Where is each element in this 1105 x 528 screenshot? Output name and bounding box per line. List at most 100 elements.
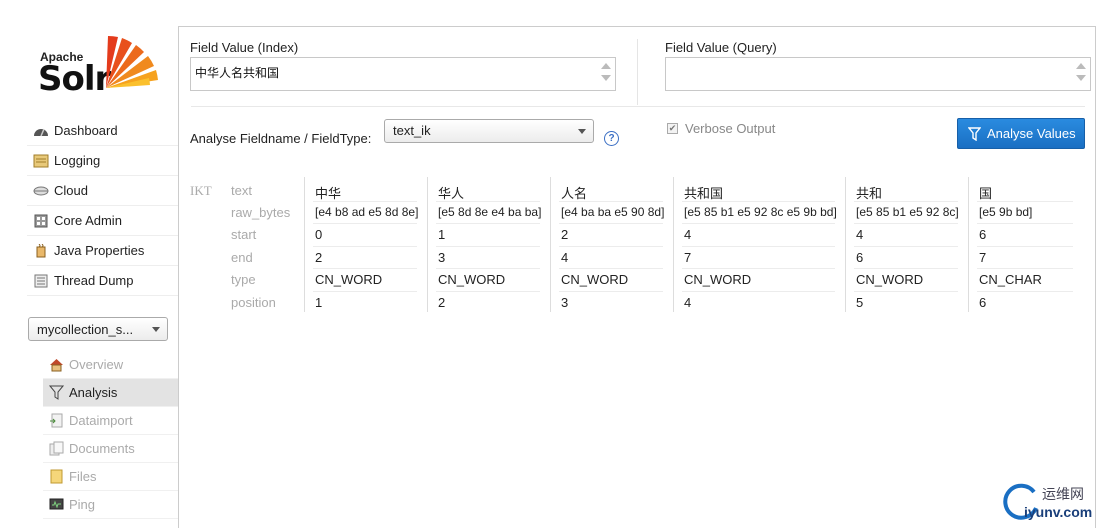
nav-java-properties-label: Java Properties bbox=[54, 243, 145, 258]
fieldtype-select[interactable]: text_ik bbox=[384, 119, 594, 143]
row-divider bbox=[977, 268, 1073, 269]
core-selector-value: mycollection_s... bbox=[37, 322, 134, 337]
row-divider bbox=[436, 291, 540, 292]
core-menu-documents-label: Documents bbox=[69, 441, 135, 456]
row-divider bbox=[977, 291, 1073, 292]
checkbox-icon[interactable]: ✔ bbox=[667, 123, 678, 134]
core-menu-dataimport-label: Dataimport bbox=[69, 413, 133, 428]
row-divider bbox=[559, 246, 663, 247]
token-start: 2 bbox=[561, 227, 569, 242]
token-column: 共和国 [e5 85 b1 e5 92 8c e5 9b bd] 4 7 CN_WORD… bbox=[673, 177, 840, 312]
nav-cloud-label: Cloud bbox=[54, 183, 88, 198]
token-type: CN_WORD bbox=[856, 272, 924, 287]
nav-thread-dump-label: Thread Dump bbox=[54, 273, 134, 288]
home-icon bbox=[50, 359, 63, 372]
token-raw-bytes: [e4 ba ba e5 90 8d] bbox=[561, 205, 665, 219]
query-value-label: Field Value (Query) bbox=[665, 40, 777, 55]
nav-dashboard[interactable]: Dashboard bbox=[27, 116, 178, 146]
ping-icon bbox=[49, 498, 64, 510]
chevron-down-icon bbox=[152, 327, 160, 332]
index-value-text: 中华人名共和国 bbox=[195, 66, 280, 80]
token-text: 共和 bbox=[856, 186, 883, 201]
tokenizer-name: IKT bbox=[190, 183, 212, 198]
sidebar: Apache Solr Dashboard Logging Cloud Core… bbox=[0, 0, 180, 528]
token-end: 2 bbox=[315, 250, 323, 265]
core-menu-ping-label: Ping bbox=[69, 497, 96, 512]
token-text: 华人 bbox=[438, 186, 465, 201]
token-end: 4 bbox=[561, 250, 569, 265]
row-divider bbox=[436, 246, 540, 247]
analyse-values-button[interactable]: Analyse Values bbox=[957, 118, 1085, 149]
token-raw-bytes: [e5 8d 8e e4 ba ba] bbox=[438, 205, 542, 219]
row-divider bbox=[854, 291, 958, 292]
core-menu-overview[interactable]: Overview bbox=[43, 351, 178, 379]
nav-java-properties[interactable]: Java Properties bbox=[27, 236, 178, 266]
core-menu-ping[interactable]: Ping bbox=[43, 491, 178, 519]
cloud-icon bbox=[33, 186, 49, 195]
row-divider bbox=[313, 246, 417, 247]
row-label-type: type bbox=[231, 272, 256, 287]
token-text: 共和国 bbox=[684, 186, 724, 201]
nav-core-admin[interactable]: Core Admin bbox=[27, 206, 178, 236]
row-divider bbox=[436, 268, 540, 269]
index-scrollbar[interactable] bbox=[599, 60, 613, 88]
row-divider bbox=[559, 223, 663, 224]
query-scrollbar[interactable] bbox=[1074, 60, 1088, 88]
index-value-label: Field Value (Index) bbox=[190, 40, 299, 55]
analysis-panel: Field Value (Index) 中华人名共和国 Field Value … bbox=[178, 26, 1096, 528]
token-start: 4 bbox=[684, 227, 692, 242]
row-divider bbox=[977, 201, 1073, 202]
nav-logging[interactable]: Logging bbox=[27, 146, 178, 176]
scroll-up-icon bbox=[601, 63, 611, 69]
watermark-en: iyunv.com bbox=[1024, 504, 1093, 520]
core-menu-documents[interactable]: Documents bbox=[43, 435, 178, 463]
token-position: 4 bbox=[684, 295, 692, 310]
core-menu-dataimport[interactable]: Dataimport bbox=[43, 407, 178, 435]
nav-cloud[interactable]: Cloud bbox=[27, 176, 178, 206]
documents-icon bbox=[49, 441, 64, 456]
help-icon[interactable]: ? bbox=[604, 131, 619, 146]
row-divider bbox=[559, 291, 663, 292]
core-selector[interactable]: mycollection_s... bbox=[28, 317, 168, 341]
solr-logo[interactable]: Apache Solr bbox=[38, 33, 160, 99]
core-admin-icon bbox=[34, 214, 48, 227]
divider bbox=[191, 106, 1085, 107]
row-divider bbox=[313, 223, 417, 224]
index-value-input[interactable]: 中华人名共和国 bbox=[190, 57, 616, 91]
core-menu-files-label: Files bbox=[69, 469, 97, 484]
token-type: CN_WORD bbox=[315, 272, 383, 287]
token-position: 2 bbox=[438, 295, 446, 310]
java-properties-icon bbox=[36, 243, 46, 257]
token-column: 国 [e5 9b bd] 6 7 CN_CHAR 6 bbox=[968, 177, 1078, 312]
row-label-raw-bytes: raw_bytes bbox=[231, 205, 291, 220]
funnel-icon bbox=[968, 126, 981, 141]
token-start: 0 bbox=[315, 227, 323, 242]
row-label-position: position bbox=[231, 295, 276, 310]
token-end: 3 bbox=[438, 250, 446, 265]
funnel-icon bbox=[49, 385, 64, 400]
verbose-output-toggle[interactable]: ✔ Verbose Output bbox=[667, 121, 775, 136]
token-position: 3 bbox=[561, 295, 569, 310]
verbose-output-label: Verbose Output bbox=[685, 121, 776, 136]
core-menu-analysis[interactable]: Analysis bbox=[43, 379, 178, 407]
row-divider bbox=[436, 201, 540, 202]
row-divider bbox=[854, 201, 958, 202]
row-divider bbox=[559, 201, 663, 202]
row-divider bbox=[682, 291, 835, 292]
token-end: 7 bbox=[684, 250, 692, 265]
fieldtype-value: text_ik bbox=[393, 123, 431, 138]
core-menu-files[interactable]: Files bbox=[43, 463, 178, 491]
main-nav: Dashboard Logging Cloud Core Admin Java … bbox=[27, 116, 178, 296]
token-type: CN_WORD bbox=[438, 272, 506, 287]
token-text: 国 bbox=[979, 186, 993, 201]
nav-thread-dump[interactable]: Thread Dump bbox=[27, 266, 178, 296]
dataimport-icon bbox=[50, 413, 63, 428]
token-start: 4 bbox=[856, 227, 864, 242]
row-divider bbox=[313, 291, 417, 292]
token-column: 中华 [e4 b8 ad e5 8d 8e] 0 2 CN_WORD 1 bbox=[304, 177, 422, 312]
query-value-input[interactable] bbox=[665, 57, 1091, 91]
watermark-cn: 运维网 bbox=[1042, 486, 1084, 502]
nav-logging-label: Logging bbox=[54, 153, 101, 168]
core-menu-analysis-label: Analysis bbox=[69, 385, 118, 400]
token-raw-bytes: [e4 b8 ad e5 8d 8e] bbox=[315, 205, 419, 219]
